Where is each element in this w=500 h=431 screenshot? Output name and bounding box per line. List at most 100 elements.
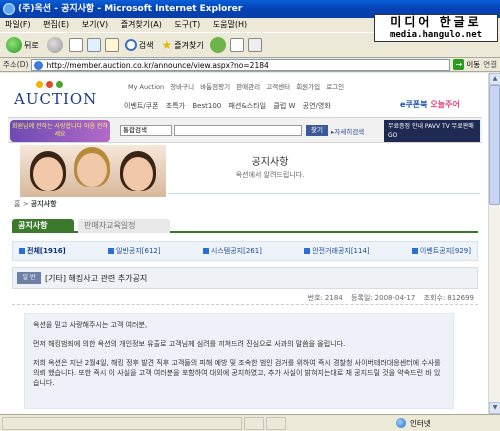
menu-help[interactable]: 도움말(H) — [213, 20, 247, 29]
top-link-my-auction[interactable]: My Auction — [128, 83, 164, 91]
hero-image — [20, 145, 166, 197]
notice-date: 2008-04-17 — [374, 294, 416, 302]
forward-button[interactable] — [45, 35, 65, 55]
scroll-thumb[interactable] — [489, 85, 500, 205]
page-title: 공지사항 — [251, 157, 289, 168]
status-text-cell — [2, 416, 242, 430]
address-bar: 주소(D) http://member.auction.co.kr/announ… — [0, 58, 500, 72]
links-label[interactable]: 연결 — [483, 59, 497, 70]
window-title: (주)옥션 - 공지사항 - Microsoft Internet Explor… — [18, 4, 243, 14]
notice-title-bar: 일 반 [기타] 해킹사고 관련 추가공지 — [12, 267, 478, 289]
square-bullet-icon — [304, 248, 311, 254]
filter-system-label: 시스템공지[261] — [210, 247, 262, 255]
filter-general[interactable]: 일반공지[612] — [108, 246, 161, 256]
ecoupon-accent: 오늘주어 — [430, 100, 460, 109]
logo-text: AUCTION — [14, 90, 98, 108]
filter-safe-trade-label: 안전거래공지[114] — [312, 247, 370, 255]
notice-views: 812699 — [447, 294, 474, 302]
globe-icon — [396, 418, 406, 428]
top-link-seller[interactable]: 판매관리 — [236, 83, 260, 91]
refresh-icon[interactable] — [86, 38, 101, 52]
history-icon[interactable] — [209, 37, 226, 53]
filter-general-label: 일반공지[612] — [116, 247, 161, 255]
menu-favorites[interactable]: 즐겨찾기(A) — [121, 20, 162, 29]
logo-dot — [46, 81, 53, 88]
square-bullet-icon — [108, 248, 115, 254]
stop-icon[interactable] — [68, 38, 83, 52]
filter-event-label: 이벤트공지[929] — [419, 247, 471, 255]
ecoupon-label: e쿠폰북 — [400, 100, 428, 109]
cat-special[interactable]: 초특가 — [166, 102, 185, 110]
filter-system[interactable]: 시스템공지[261] — [202, 246, 262, 256]
promo-banner[interactable]: 회원님께 전하는 사랑합니다 마음 전하세요 — [10, 120, 110, 142]
top-link-login[interactable]: 로그인 — [326, 83, 344, 91]
tab-seller-education-label: 판매자교육일정 — [84, 221, 136, 230]
page-viewport: AUCTION My Auction 장바구니 바툼점평기 판매관리 고객센터 … — [0, 73, 488, 414]
back-arrow-icon — [6, 37, 22, 53]
mail-icon[interactable] — [229, 38, 244, 52]
filter-all[interactable]: 전체[1916] — [19, 246, 66, 256]
search-icon — [124, 39, 137, 51]
favorites-button[interactable]: ★ 즐겨찾기 — [159, 35, 205, 55]
auction-logo[interactable]: AUCTION — [14, 81, 98, 115]
notice-meta: 번호: 2184 등록일: 2008-04-17 조회수: 812699 — [12, 291, 478, 305]
category-nav: 이벤트/쿠폰 초특가 Best100 패션&스타일 클럽 W 공연/영화 — [124, 101, 336, 111]
cat-best[interactable]: Best100 — [192, 102, 221, 110]
watermark-korean: 미디어 한글로 — [390, 15, 482, 29]
breadcrumb-home[interactable]: 홈 — [14, 200, 20, 208]
cat-event[interactable]: 이벤트/쿠폰 — [124, 102, 159, 110]
search-button[interactable]: 검색 — [123, 35, 156, 55]
notice-number: 2184 — [324, 294, 343, 302]
back-button[interactable]: 뒤로 — [4, 35, 41, 55]
menu-tools[interactable]: 도구(T) — [174, 20, 200, 29]
cat-show[interactable]: 공연/영화 — [303, 102, 331, 110]
site-search-button[interactable]: 찾기 — [306, 125, 328, 136]
filter-safe-trade[interactable]: 안전거래공지[114] — [304, 246, 370, 256]
print-icon[interactable] — [247, 38, 262, 52]
hero-face — [33, 157, 63, 191]
notice-views-label: 조회수: — [423, 294, 446, 302]
top-links: My Auction 장바구니 바툼점평기 판매관리 고객센터 회원가입 로그인 — [128, 81, 348, 91]
pavv-ad[interactable]: 무료증정 안내 PAVV TV 무료판매GO — [384, 120, 480, 142]
search-category-select[interactable]: 통합검색 — [120, 125, 172, 136]
go-button[interactable]: → 이동 — [453, 59, 480, 70]
top-link-cart[interactable]: 장바구니 — [170, 83, 194, 91]
forward-arrow-icon — [46, 37, 63, 53]
header-divider — [168, 193, 480, 194]
top-link-rating[interactable]: 바툼점평기 — [200, 83, 230, 91]
detail-search-link[interactable]: ▸자세히검색 — [331, 126, 364, 136]
menu-file[interactable]: 파일(F) — [5, 20, 31, 29]
security-zone: 인터넷 — [396, 418, 486, 429]
ie-icon — [3, 3, 15, 15]
back-label: 뒤로 — [24, 40, 39, 50]
ecoupon-link[interactable]: e쿠폰북 오늘주어 — [400, 99, 460, 110]
breadcrumb: 홈 > 공지사항 — [14, 199, 57, 209]
top-link-join[interactable]: 회원가입 — [296, 83, 320, 91]
search-banner: 회원님께 전하는 사랑합니다 마음 전하세요 통합검색 찾기 ▸자세히검색 무료… — [8, 117, 482, 143]
filter-event[interactable]: 이벤트공지[929] — [411, 246, 471, 256]
home-icon[interactable] — [104, 38, 119, 52]
scroll-up-icon[interactable]: ▲ — [489, 73, 500, 85]
address-input[interactable]: http://member.auction.co.kr/announce/vie… — [31, 58, 451, 71]
star-icon: ★ — [161, 38, 173, 52]
zone-label: 인터넷 — [410, 418, 431, 428]
vertical-scrollbar[interactable]: ▲ ▼ — [488, 73, 500, 414]
tab-seller-education[interactable]: 판매자교육일정 — [78, 219, 170, 233]
notice-type-badge: 일 반 — [17, 272, 41, 284]
top-link-help[interactable]: 고객센터 — [266, 83, 290, 91]
category-filters: 전체[1916] 일반공지[612] 시스템공지[261] 안전거래공지[114… — [12, 241, 478, 261]
logo-dot — [56, 81, 63, 88]
menu-edit[interactable]: 편집(E) — [43, 20, 69, 29]
breadcrumb-separator: > — [22, 200, 29, 208]
notice-date-label: 등록일: — [350, 294, 373, 302]
site-search-input[interactable] — [174, 125, 302, 136]
cat-club[interactable]: 클럽 W — [273, 102, 295, 110]
tab-notices[interactable]: 공지사항 — [12, 219, 74, 233]
watermark: 미디어 한글로 media.hangulo.net — [374, 14, 498, 42]
square-bullet-icon — [411, 248, 418, 254]
menu-view[interactable]: 보기(V) — [82, 20, 108, 29]
scroll-down-icon[interactable]: ▼ — [489, 402, 500, 414]
notice-body: 옥션을 믿고 사랑해주시는 고객 여러분, 먼저 해킹범죄에 의한 옥션의 개인… — [24, 313, 454, 409]
cat-fashion[interactable]: 패션&스타일 — [228, 102, 266, 110]
square-bullet-icon — [202, 248, 209, 254]
